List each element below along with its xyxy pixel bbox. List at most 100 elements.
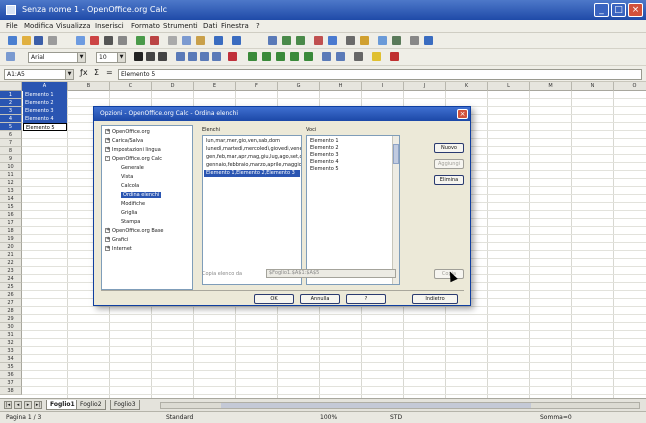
- navigator-icon[interactable]: [360, 36, 369, 45]
- new-doc-icon[interactable]: [8, 36, 17, 45]
- formula-input[interactable]: Elemento 5: [118, 69, 642, 80]
- function-wizard-icon[interactable]: ƒx: [80, 68, 88, 77]
- select-all-corner[interactable]: [0, 82, 22, 91]
- column-header[interactable]: N: [572, 82, 614, 91]
- ok-button[interactable]: OK: [254, 294, 294, 304]
- autospell-icon[interactable]: [150, 36, 159, 45]
- options-tree[interactable]: + OpenOffice.org + Carica/Salva + Impostazion…: [101, 125, 193, 290]
- tree-node[interactable]: Calcola: [121, 183, 139, 190]
- row-header[interactable]: 35: [0, 363, 22, 371]
- list-item[interactable]: gennaio,febbraio,marzo,aprile,maggio: [204, 162, 301, 169]
- row-header[interactable]: 25: [0, 283, 22, 291]
- expand-icon[interactable]: +: [105, 129, 110, 134]
- row-header[interactable]: 8: [0, 147, 22, 155]
- row-header[interactable]: 6: [0, 131, 22, 139]
- chevron-down-icon[interactable]: ▼: [77, 53, 85, 62]
- tree-node[interactable]: + Grafici: [105, 237, 128, 244]
- list-item[interactable]: gen,feb,mar,apr,mag,giu,lug,ago,set,ott: [204, 154, 301, 161]
- tree-node[interactable]: Griglia: [121, 210, 137, 217]
- column-header[interactable]: J: [404, 82, 446, 91]
- row-header[interactable]: 31: [0, 331, 22, 339]
- row-header[interactable]: 22: [0, 259, 22, 267]
- row-header[interactable]: 33: [0, 347, 22, 355]
- row-header[interactable]: 30: [0, 323, 22, 331]
- row-header[interactable]: 28: [0, 307, 22, 315]
- increase-indent-icon[interactable]: [336, 52, 345, 61]
- tree-node[interactable]: + Carica/Salva: [105, 138, 143, 145]
- entries-listbox[interactable]: Elemento 1 Elemento 2 Elemento 3 Elemento 4…: [306, 135, 400, 285]
- copy-from-field[interactable]: $Foglio1.$A$1:$A$5: [266, 269, 396, 278]
- decrease-indent-icon[interactable]: [322, 52, 331, 61]
- row-header[interactable]: 3: [0, 107, 22, 115]
- help-button[interactable]: ?: [346, 294, 386, 304]
- row-header[interactable]: 27: [0, 299, 22, 307]
- dialog-close-icon[interactable]: ×: [457, 109, 468, 119]
- save-icon[interactable]: [34, 36, 43, 45]
- open-icon[interactable]: [22, 36, 31, 45]
- column-header[interactable]: I: [362, 82, 404, 91]
- sum-icon[interactable]: Σ: [94, 68, 99, 77]
- cell[interactable]: Elemento 3: [23, 107, 67, 115]
- edit-doc-icon[interactable]: [76, 36, 85, 45]
- tree-node[interactable]: - OpenOffice.org Calc: [105, 156, 162, 163]
- collapse-icon[interactable]: -: [105, 156, 110, 161]
- italic-icon[interactable]: [146, 52, 155, 61]
- expand-icon[interactable]: +: [105, 246, 110, 251]
- last-sheet-icon[interactable]: ▸|: [34, 401, 42, 409]
- row-header[interactable]: 38: [0, 387, 22, 395]
- cell[interactable]: Elemento 4: [23, 115, 67, 123]
- sheet-tab[interactable]: Foglio2: [76, 400, 106, 410]
- back-button[interactable]: Indietro: [412, 294, 458, 304]
- row-header[interactable]: 1: [0, 91, 22, 99]
- menu-visualizza[interactable]: Visualizza: [56, 22, 90, 30]
- number-format-icon[interactable]: [276, 52, 285, 61]
- entry-item[interactable]: Elemento 3: [308, 152, 339, 159]
- find-icon[interactable]: [346, 36, 355, 45]
- row-header[interactable]: 4: [0, 115, 22, 123]
- expand-icon[interactable]: +: [105, 138, 110, 143]
- cell[interactable]: Elemento 5: [23, 123, 67, 131]
- print-icon[interactable]: [104, 36, 113, 45]
- row-header[interactable]: 5: [0, 123, 22, 131]
- zoom-icon[interactable]: [410, 36, 419, 45]
- undo-icon[interactable]: [214, 36, 223, 45]
- hyperlink-icon[interactable]: [268, 36, 277, 45]
- percent-icon[interactable]: [262, 52, 271, 61]
- column-header[interactable]: B: [68, 82, 110, 91]
- column-header[interactable]: E: [194, 82, 236, 91]
- chart-icon[interactable]: [314, 36, 323, 45]
- tree-node[interactable]: + OpenOffice.org: [105, 129, 150, 136]
- borders-icon[interactable]: [354, 52, 363, 61]
- row-header[interactable]: 14: [0, 195, 22, 203]
- column-header[interactable]: G: [278, 82, 320, 91]
- delete-button[interactable]: Elimina: [434, 175, 464, 185]
- add-button[interactable]: Aggiungi: [434, 159, 464, 169]
- spellcheck-icon[interactable]: [136, 36, 145, 45]
- row-header[interactable]: 10: [0, 163, 22, 171]
- merge-cells-icon[interactable]: [228, 52, 237, 61]
- menu-modifica[interactable]: Modifica: [24, 22, 53, 30]
- tree-node[interactable]: Modifiche: [121, 201, 145, 208]
- first-sheet-icon[interactable]: |◂: [4, 401, 12, 409]
- row-header[interactable]: 19: [0, 235, 22, 243]
- column-header[interactable]: H: [320, 82, 362, 91]
- entry-item[interactable]: Elemento 1: [308, 138, 339, 145]
- row-header[interactable]: 32: [0, 339, 22, 347]
- draw-icon[interactable]: [328, 36, 337, 45]
- column-header[interactable]: C: [110, 82, 152, 91]
- row-header[interactable]: 12: [0, 179, 22, 187]
- menu-strumenti[interactable]: Strumenti: [163, 22, 198, 30]
- justify-icon[interactable]: [212, 52, 221, 61]
- cut-icon[interactable]: [168, 36, 177, 45]
- tree-node[interactable]: Vista: [121, 174, 133, 181]
- column-header[interactable]: L: [488, 82, 530, 91]
- align-right-icon[interactable]: [200, 52, 209, 61]
- row-header[interactable]: 24: [0, 275, 22, 283]
- cancel-button[interactable]: Annulla: [300, 294, 340, 304]
- menu-finestra[interactable]: Finestra: [221, 22, 249, 30]
- close-icon[interactable]: ×: [628, 3, 643, 17]
- row-header[interactable]: 18: [0, 227, 22, 235]
- tree-node[interactable]: Ordina elenchi: [121, 192, 162, 199]
- pdf-icon[interactable]: [90, 36, 99, 45]
- row-header[interactable]: 26: [0, 291, 22, 299]
